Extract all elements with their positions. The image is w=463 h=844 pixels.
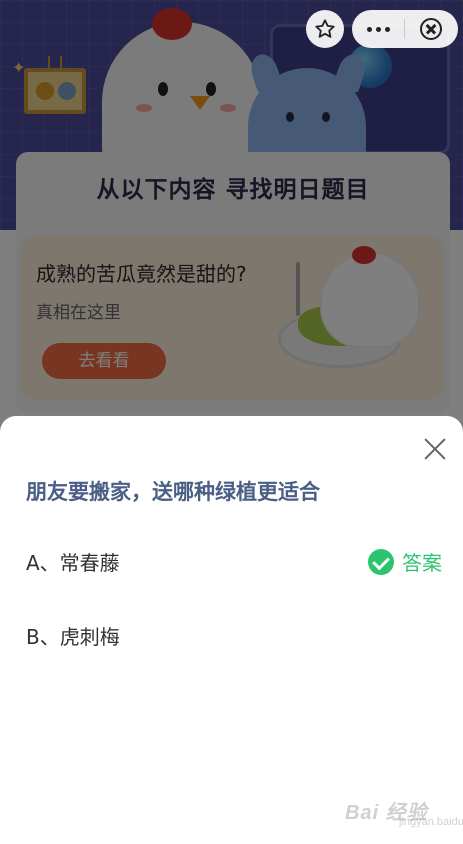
- option-b[interactable]: B、虎刺梅: [26, 621, 120, 650]
- mini-program-capsule: [352, 10, 458, 48]
- watermark-url: jingyan.baidu.com: [399, 816, 463, 828]
- close-circle-icon: [420, 18, 442, 40]
- answer-label: 答案: [402, 551, 442, 575]
- star-icon: [315, 19, 335, 38]
- more-button[interactable]: [352, 10, 404, 48]
- question-text: 朋友要搬家，送哪种绿植更适合: [26, 480, 320, 504]
- favorite-button[interactable]: [306, 10, 344, 48]
- watermark: Bai 经验 jingyan.baidu.com: [345, 796, 463, 828]
- exit-button[interactable]: [405, 10, 457, 48]
- option-a[interactable]: A、常春藤: [26, 547, 120, 576]
- close-icon[interactable]: [422, 436, 448, 462]
- answer-marker: 答案: [368, 547, 442, 576]
- check-circle-icon: [368, 548, 394, 575]
